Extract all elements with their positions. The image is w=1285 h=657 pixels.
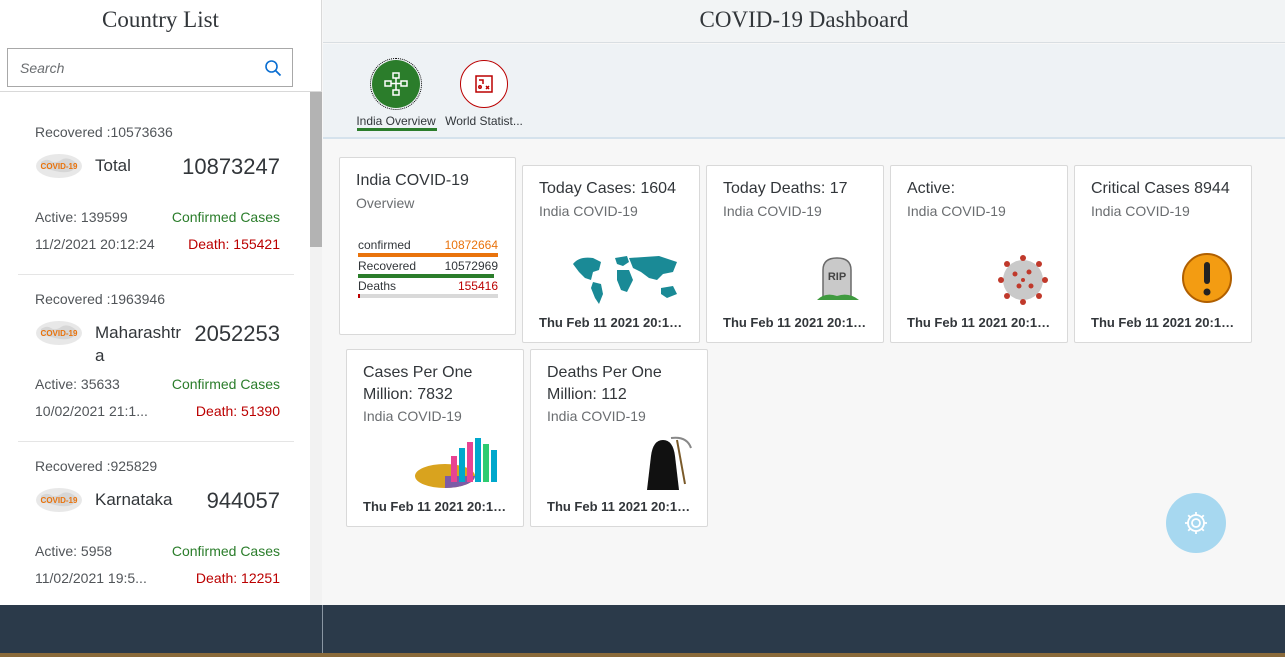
tile-title: Active: bbox=[907, 180, 956, 197]
death-count: Death: 12251 bbox=[195, 570, 280, 586]
country-name: Karnataka bbox=[95, 490, 173, 509]
total-cases: 944057 bbox=[206, 488, 280, 513]
row-value: 10572969 bbox=[444, 259, 498, 273]
tile-footer: Thu Feb 11 2021 20:12:24 bbox=[723, 315, 869, 330]
row-value: 155416 bbox=[457, 279, 498, 293]
tab-selected-indicator bbox=[357, 128, 437, 131]
deaths-bar bbox=[358, 294, 360, 298]
country-name: Maharashtra bbox=[95, 323, 181, 365]
recovered-count: Recovered :925829 bbox=[35, 458, 158, 474]
world-map-icon bbox=[573, 256, 677, 304]
network-icon[interactable] bbox=[370, 58, 422, 110]
gear-icon[interactable] bbox=[1183, 510, 1209, 536]
tile-subtitle: India COVID-19 bbox=[723, 203, 822, 219]
taskbar-strip bbox=[0, 653, 1285, 657]
search-input[interactable] bbox=[20, 49, 250, 86]
icon-tab-bar: India Overview World Statist... bbox=[323, 44, 1285, 139]
country-name: Total bbox=[95, 156, 131, 175]
tile-title: Today Deaths: 17 bbox=[723, 180, 848, 197]
tile-title: Critical Cases 8944 bbox=[1091, 180, 1230, 197]
list-item[interactable]: Recovered :925829 COVID-19 Karnataka 944… bbox=[18, 442, 294, 605]
row-label: confirmed bbox=[358, 238, 411, 252]
country-list-pane: Country List Recovered :10573636 COVID-1… bbox=[0, 0, 322, 605]
active-count: Active: 35633 bbox=[35, 376, 120, 392]
tile-title: Deaths Per One Million: 112 bbox=[547, 364, 662, 403]
active-count: Active: 139599 bbox=[35, 209, 128, 225]
virus-icon bbox=[998, 255, 1048, 305]
today-cases-tile[interactable]: Today Cases: 1604 India COVID-19 Thu Feb… bbox=[522, 165, 700, 343]
tab-label: India Overview bbox=[356, 114, 436, 128]
recovered-bar bbox=[358, 274, 494, 278]
divider bbox=[322, 605, 323, 657]
confirmed-label: Confirmed Cases bbox=[171, 376, 280, 392]
scrollbar-thumb[interactable] bbox=[310, 92, 322, 247]
footer-bar bbox=[0, 605, 1285, 657]
tile-footer: Thu Feb 11 2021 20:12:24 bbox=[547, 499, 693, 514]
active-tile[interactable]: Active: India COVID-19 Thu Feb 11 2021 2… bbox=[890, 165, 1068, 343]
covid-logo-icon: COVID-19 bbox=[36, 488, 82, 512]
svg-text:COVID-19: COVID-19 bbox=[41, 162, 78, 171]
total-cases: 2052253 bbox=[194, 321, 280, 346]
dashboard-pane: COVID-19 Dashboard India Overview World … bbox=[323, 0, 1285, 605]
tile-footer: Thu Feb 11 2021 20:12:24 bbox=[363, 499, 509, 514]
confirmed-label: Confirmed Cases bbox=[171, 543, 280, 559]
grim-reaper-icon bbox=[647, 436, 692, 490]
overview-tile[interactable]: India COVID-19 Overview confirmed 108726… bbox=[339, 157, 516, 335]
svg-text:RIP: RIP bbox=[828, 271, 846, 283]
death-count: Death: 51390 bbox=[195, 403, 280, 419]
tile-subtitle: India COVID-19 bbox=[1091, 203, 1190, 219]
update-date: 11/2/2021 20:12:24 bbox=[35, 236, 155, 252]
tab-india-overview[interactable]: India Overview bbox=[355, 58, 437, 131]
cases-per-million-tile[interactable]: Cases Per One Million: 7832 India COVID-… bbox=[346, 349, 524, 527]
page-title: Country List bbox=[102, 7, 219, 32]
tile-title: Cases Per One Million: 7832 bbox=[363, 364, 473, 403]
tile-subtitle: Overview bbox=[356, 195, 415, 211]
search-field[interactable] bbox=[7, 48, 293, 87]
dashboard-title: COVID-19 Dashboard bbox=[323, 0, 1285, 43]
deaths-per-million-tile[interactable]: Deaths Per One Million: 112 India COVID-… bbox=[530, 349, 708, 527]
tab-label: World Statist... bbox=[445, 114, 523, 128]
deaths-bar-track bbox=[358, 294, 498, 298]
tile-title: Today Cases: 1604 bbox=[539, 180, 676, 197]
covid-logo-icon: COVID-19 bbox=[36, 321, 82, 345]
update-date: 10/02/2021 21:1... bbox=[35, 403, 148, 419]
confirmed-label: Confirmed Cases bbox=[171, 209, 280, 225]
tab-world-statistics[interactable]: World Statist... bbox=[443, 58, 525, 130]
total-cases: 10873247 bbox=[182, 154, 280, 179]
country-list: Recovered :10573636 COVID-19 Total 10873… bbox=[3, 92, 310, 605]
tombstone-icon: RIP bbox=[817, 257, 859, 300]
recovered-count: Recovered :1963946 bbox=[35, 291, 165, 307]
row-label: Deaths bbox=[358, 279, 397, 293]
bar-chart-icon bbox=[415, 438, 497, 488]
row-label: Recovered bbox=[358, 259, 417, 273]
tile-title: India COVID-19 bbox=[356, 172, 469, 189]
svg-text:COVID-19: COVID-19 bbox=[41, 329, 78, 338]
list-item[interactable]: Recovered :1963946 COVID-19 Maharashtra … bbox=[18, 275, 294, 442]
death-count: Death: 155421 bbox=[188, 236, 280, 252]
update-date: 11/02/2021 19:5... bbox=[35, 570, 147, 586]
warning-icon bbox=[1182, 253, 1232, 303]
search-icon[interactable] bbox=[264, 59, 282, 77]
settings-button[interactable] bbox=[1166, 493, 1226, 553]
critical-cases-tile[interactable]: Critical Cases 8944 India COVID-19 Thu F… bbox=[1074, 165, 1252, 343]
confirmed-bar bbox=[358, 253, 498, 257]
tile-subtitle: India COVID-19 bbox=[539, 203, 638, 219]
scrollbar[interactable] bbox=[310, 92, 322, 605]
row-value: 10872664 bbox=[444, 238, 498, 252]
tile-subtitle: India COVID-19 bbox=[907, 203, 1006, 219]
tile-footer: Thu Feb 11 2021 20:12:24 bbox=[1091, 315, 1237, 330]
world-map-icon[interactable] bbox=[460, 60, 508, 108]
tile-footer: Thu Feb 11 2021 20:12:24 bbox=[907, 315, 1053, 330]
today-deaths-tile[interactable]: Today Deaths: 17 India COVID-19 RIP Thu … bbox=[706, 165, 884, 343]
covid-logo-icon: COVID-19 bbox=[36, 154, 82, 178]
tile-footer: Thu Feb 11 2021 20:12:24 bbox=[539, 315, 685, 330]
list-item[interactable]: Recovered :10573636 COVID-19 Total 10873… bbox=[18, 108, 294, 275]
svg-text:COVID-19: COVID-19 bbox=[41, 496, 78, 505]
active-count: Active: 5958 bbox=[35, 543, 113, 559]
tile-subtitle: India COVID-19 bbox=[363, 408, 462, 424]
tile-subtitle: India COVID-19 bbox=[547, 408, 646, 424]
recovered-count: Recovered :10573636 bbox=[35, 124, 173, 140]
